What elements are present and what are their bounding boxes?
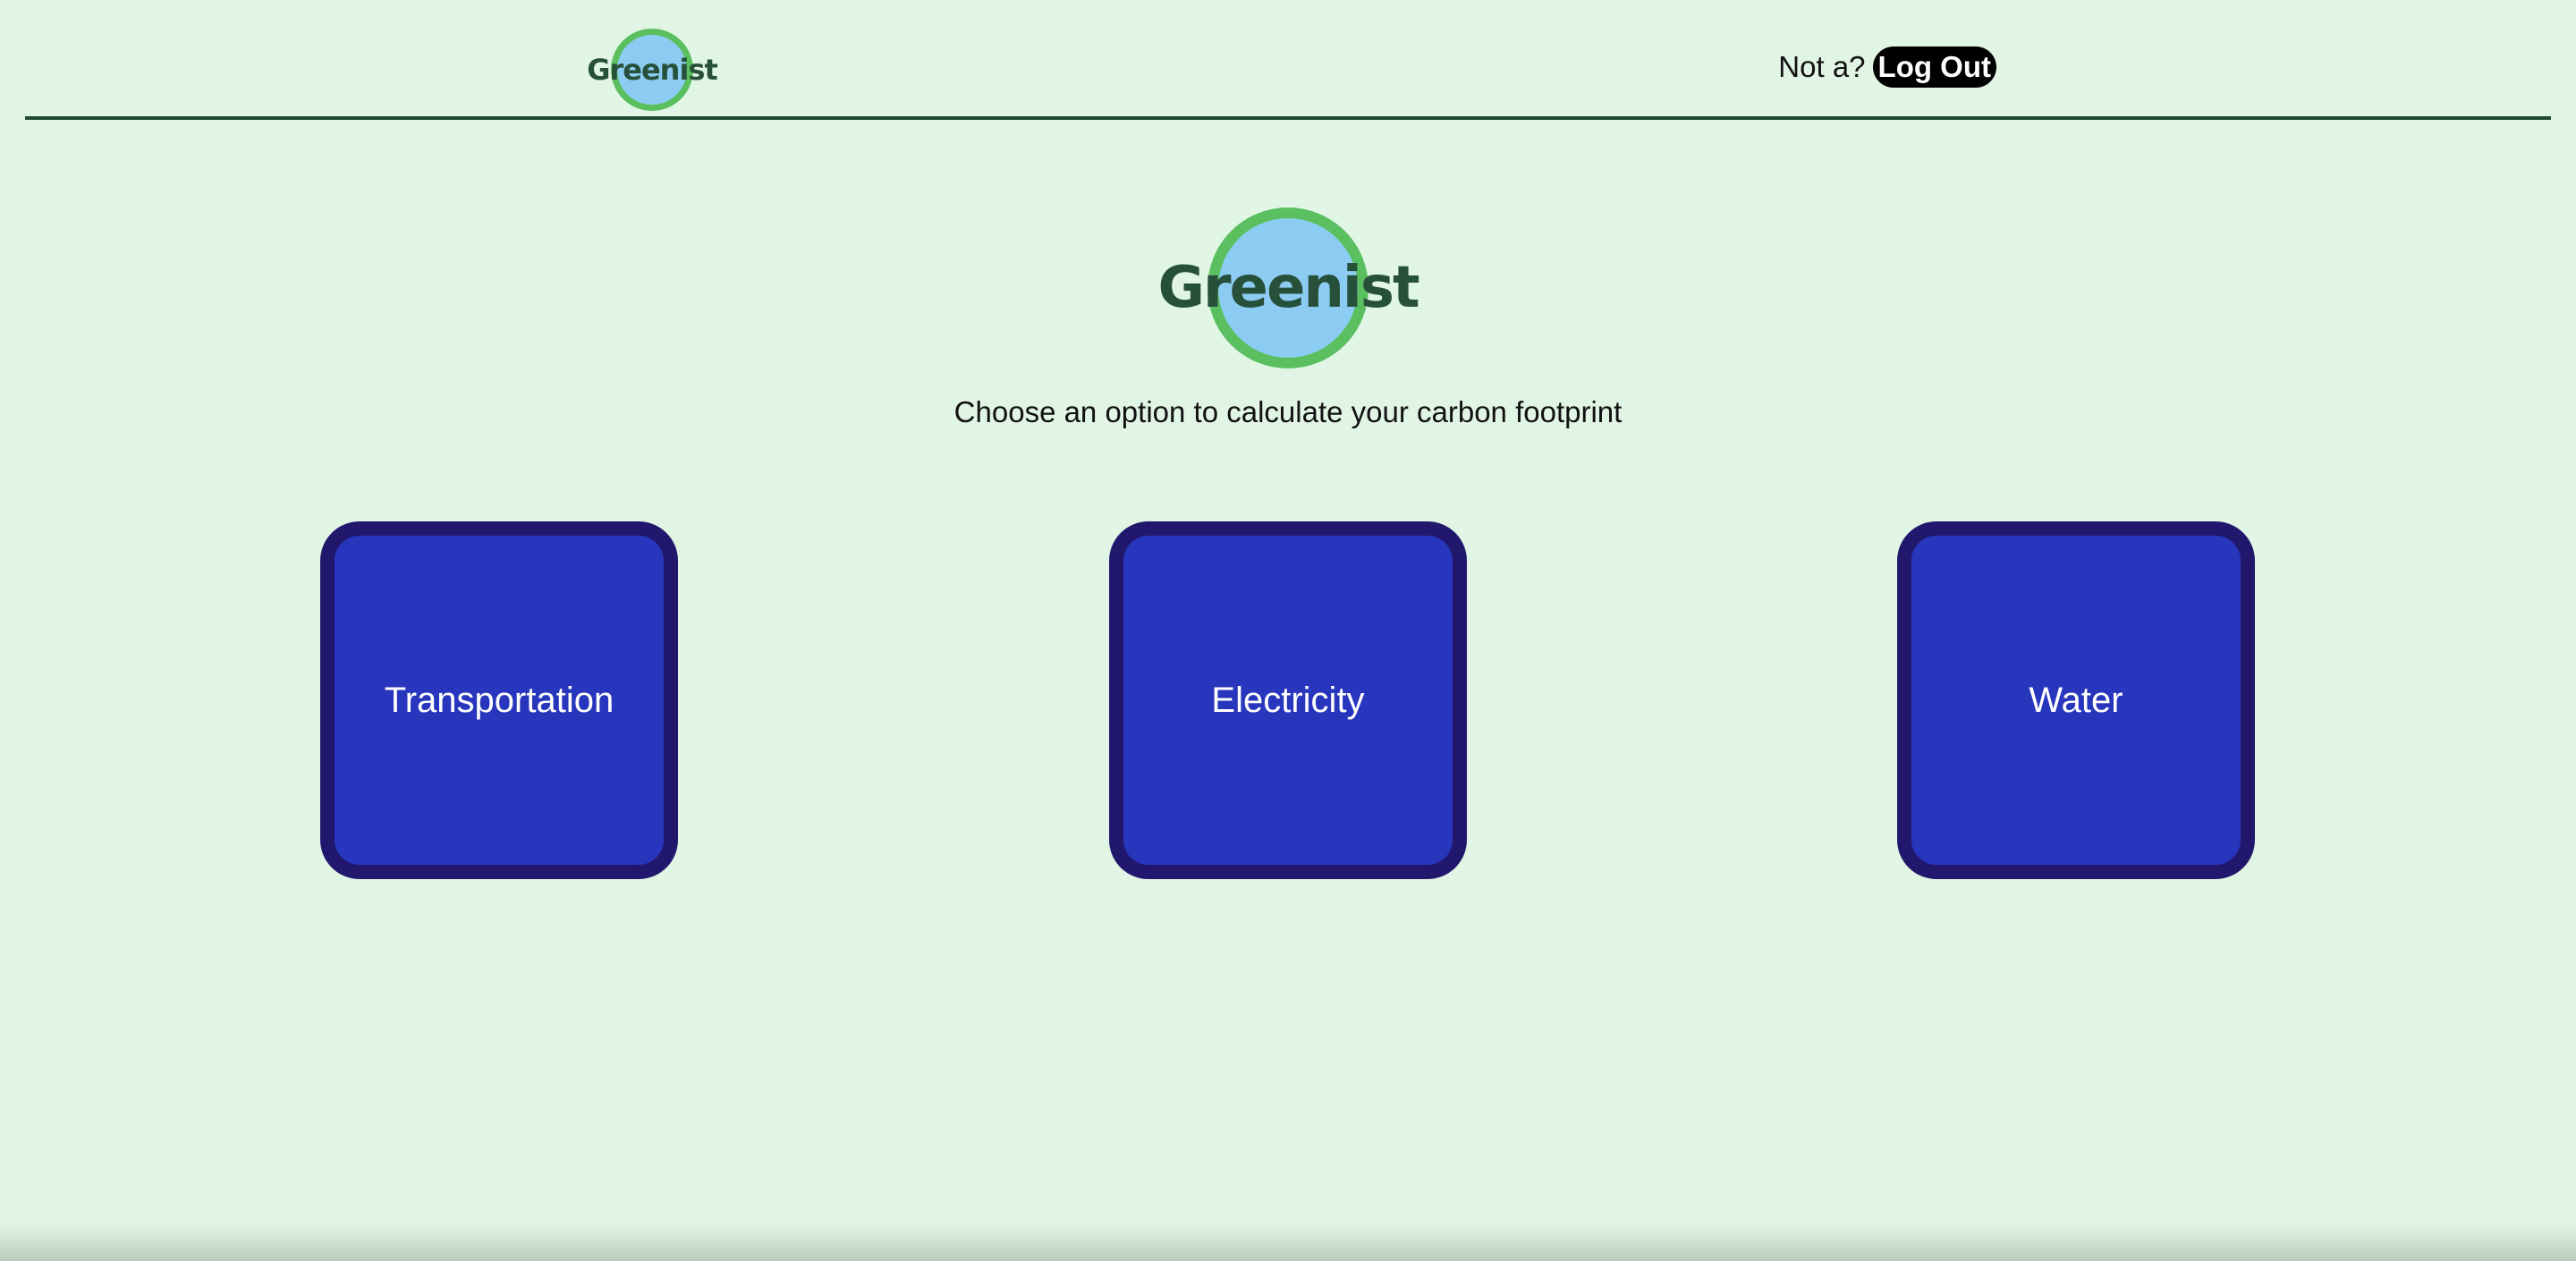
user-prompt-text: Not a? (1778, 50, 1866, 83)
hero-logo: Greenist (1154, 207, 1422, 368)
option-label: Electricity (1211, 680, 1365, 720)
header-logo-text: Greenist (587, 53, 718, 87)
logout-button[interactable]: Log Out (1872, 47, 1996, 88)
option-label: Water (2029, 680, 2123, 720)
hero-logo-text: Greenist (1157, 255, 1419, 321)
page: Greenist Not a? Log Out Greenist Choose … (0, 0, 2576, 1261)
electricity-option-button[interactable]: Electricity (1109, 521, 1467, 879)
water-option-button[interactable]: Water (1897, 521, 2255, 879)
top-nav: Greenist Not a? Log Out (25, 0, 2551, 120)
page-subtitle: Choose an option to calculate your carbo… (953, 395, 1623, 428)
user-area: Not a? Log Out (1778, 47, 1996, 88)
window-bottom-shadow (0, 1225, 2576, 1261)
header-logo[interactable]: Greenist (567, 29, 737, 111)
option-label: Transportation (384, 680, 614, 720)
transportation-option-button[interactable]: Transportation (320, 521, 678, 879)
